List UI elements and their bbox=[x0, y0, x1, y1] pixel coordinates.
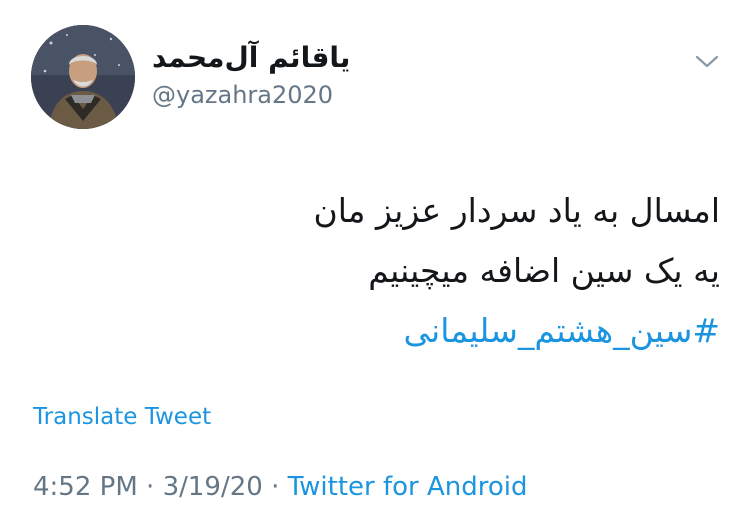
tweet-meta: 4:52 PM · 3/19/20 · Twitter for Android bbox=[33, 470, 528, 504]
tweet-date[interactable]: 3/19/20 bbox=[163, 472, 263, 502]
translate-tweet-link[interactable]: Translate Tweet bbox=[33, 401, 211, 433]
tweet-line: یه یک سین اضافه میچینیم bbox=[368, 251, 720, 290]
tweet-source-link[interactable]: Twitter for Android bbox=[288, 472, 528, 502]
user-handle[interactable]: @yazahra2020 bbox=[152, 79, 333, 111]
hashtag-link[interactable]: #سین_هشتم_سلیمانی bbox=[30, 301, 721, 361]
meta-separator: · bbox=[146, 472, 155, 502]
tweet-text: امسال به یاد سردار عزیز مان یه یک سین اض… bbox=[30, 181, 721, 361]
chevron-down-icon[interactable] bbox=[694, 52, 720, 72]
tweet-time[interactable]: 4:52 PM bbox=[33, 472, 138, 502]
display-name[interactable]: یاقائم آل‌محمد bbox=[152, 40, 350, 76]
meta-separator: · bbox=[271, 472, 280, 502]
avatar[interactable] bbox=[31, 25, 135, 129]
tweet-line: امسال به یاد سردار عزیز مان bbox=[313, 191, 721, 230]
avatar-image bbox=[31, 25, 135, 129]
